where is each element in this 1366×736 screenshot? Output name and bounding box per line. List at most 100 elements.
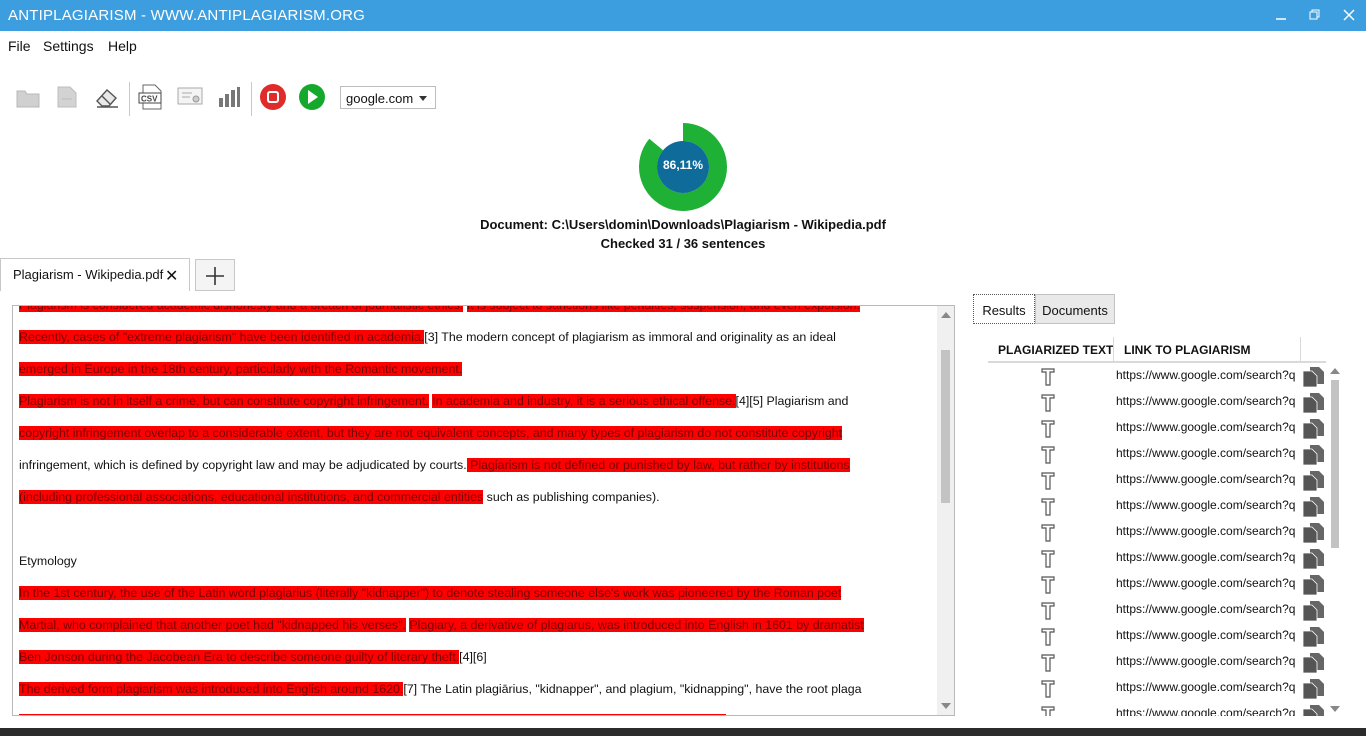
- plagiarism-link[interactable]: https://www.google.com/search?q: [1116, 446, 1299, 460]
- table-row[interactable]: https://www.google.com/search?q: [988, 623, 1326, 649]
- text-line: Etymology: [19, 554, 77, 572]
- table-row[interactable]: https://www.google.com/search?q: [988, 493, 1326, 519]
- table-row[interactable]: https://www.google.com/search?q: [988, 597, 1326, 623]
- toolbar: CSV google.com: [0, 74, 460, 120]
- table-row[interactable]: https://www.google.com/search?q: [988, 571, 1326, 597]
- document-text-panel[interactable]: Plagiarism is considered academic dishon…: [12, 305, 955, 716]
- plagiarized-segment: Recently, cases of "extreme plagiarism" …: [19, 330, 425, 344]
- plagiarism-link[interactable]: https://www.google.com/search?q: [1116, 706, 1299, 716]
- plagiarism-link[interactable]: https://www.google.com/search?q: [1116, 368, 1299, 382]
- copy-icon[interactable]: [1302, 704, 1326, 716]
- plagiarism-link[interactable]: https://www.google.com/search?q: [1116, 524, 1299, 538]
- menu-file[interactable]: File: [8, 38, 31, 54]
- plagiarized-segment: (including professional associations, ed…: [19, 490, 484, 504]
- plagiarized-segment: Plagiary, a derivative of plagiarus, was…: [409, 618, 864, 632]
- scrollbar-thumb[interactable]: [941, 350, 950, 503]
- text-line: Martial, who complained that another poe…: [19, 618, 864, 636]
- tab-documents-label: Documents: [1042, 303, 1108, 318]
- results-scrollbar[interactable]: [1329, 366, 1341, 714]
- table-row[interactable]: https://www.google.com/search?q: [988, 675, 1326, 701]
- plagiarism-link[interactable]: https://www.google.com/search?q: [1116, 498, 1299, 512]
- add-tab-button[interactable]: [195, 259, 235, 291]
- text-segment: such as publishing companies).: [483, 490, 660, 504]
- tab-results[interactable]: Results: [973, 294, 1035, 324]
- close-button[interactable]: [1332, 0, 1366, 31]
- certificate-button[interactable]: [176, 82, 204, 112]
- eraser-icon: [96, 89, 118, 108]
- table-row[interactable]: https://www.google.com/search?q: [988, 415, 1326, 441]
- document-save-icon: [57, 86, 77, 108]
- search-engine-value: google.com: [346, 91, 414, 106]
- text-segment: [4][6]: [459, 650, 487, 664]
- header-link[interactable]: LINK TO PLAGIARISM: [1124, 343, 1250, 357]
- scroll-up-icon[interactable]: [941, 312, 951, 318]
- results-header: PLAGIARIZED TEXT LINK TO PLAGIARISM: [988, 337, 1326, 363]
- scrollbar-thumb[interactable]: [1331, 380, 1339, 548]
- tab-documents[interactable]: Documents: [1035, 294, 1115, 324]
- title-bar: ANTIPLAGIARISM - WWW.ANTIPLAGIARISM.ORG: [0, 0, 1366, 31]
- stop-button[interactable]: [259, 82, 287, 112]
- svg-text:CSV: CSV: [141, 95, 158, 104]
- checked-count: Checked 31 / 36 sentences: [600, 236, 766, 251]
- table-row[interactable]: https://www.google.com/search?q: [988, 701, 1326, 716]
- start-button[interactable]: [298, 82, 326, 112]
- menu-bar: File Settings Help: [0, 31, 1366, 59]
- document-path: Document: C:\Users\domin\Downloads\Plagi…: [480, 217, 886, 232]
- table-row[interactable]: https://www.google.com/search?q: [988, 519, 1326, 545]
- export-csv-button[interactable]: CSV: [137, 82, 165, 112]
- window-title: ANTIPLAGIARISM - WWW.ANTIPLAGIARISM.ORG: [8, 7, 365, 24]
- tab-results-label: Results: [982, 303, 1026, 318]
- text-line: copyright infringement overlap to a cons…: [19, 426, 843, 444]
- close-tab-icon[interactable]: ✕: [165, 266, 178, 286]
- menu-settings[interactable]: Settings: [43, 38, 94, 54]
- statistics-button[interactable]: [215, 82, 243, 112]
- text-scrollbar[interactable]: [937, 306, 954, 715]
- table-row[interactable]: https://www.google.com/search?q: [988, 649, 1326, 675]
- search-engine-select[interactable]: google.com: [340, 86, 436, 109]
- table-row[interactable]: https://www.google.com/search?q: [988, 389, 1326, 415]
- plagiarized-segment: It is subject to sanctions like penaltie…: [466, 306, 860, 312]
- plagiarized-segment: ("snare", "net"), based on the Indo-Euro…: [19, 714, 727, 715]
- plagiarism-link[interactable]: https://www.google.com/search?q: [1116, 602, 1299, 616]
- tab-document[interactable]: Plagiarism - Wikipedia.pdf ✕: [0, 258, 190, 291]
- plagiarism-link[interactable]: https://www.google.com/search?q: [1116, 550, 1299, 564]
- text-line: The derived form plagiarism was introduc…: [19, 682, 862, 700]
- open-folder-button[interactable]: [14, 82, 42, 112]
- column-divider: [1300, 337, 1301, 363]
- clear-button[interactable]: [93, 82, 121, 112]
- header-plagiarized-text[interactable]: PLAGIARIZED TEXT: [998, 343, 1113, 357]
- plagiarism-link[interactable]: https://www.google.com/search?q: [1116, 654, 1299, 668]
- menu-help[interactable]: Help: [108, 38, 137, 54]
- text-segment: [4][5] Plagiarism and: [735, 394, 849, 408]
- plagiarism-link[interactable]: https://www.google.com/search?q: [1116, 680, 1299, 694]
- plagiarized-segment: In academia and industry, it is a seriou…: [432, 394, 736, 408]
- scroll-down-icon[interactable]: [941, 703, 951, 709]
- tab-document-label: Plagiarism - Wikipedia.pdf: [13, 267, 164, 282]
- taskbar: [0, 728, 1366, 736]
- plagiarized-segment: copyright infringement overlap to a cons…: [19, 426, 843, 440]
- text-line: infringement, which is defined by copyri…: [19, 458, 850, 476]
- text-segment: infringement, which is defined by copyri…: [19, 458, 467, 472]
- column-divider: [1113, 337, 1114, 363]
- table-row[interactable]: https://www.google.com/search?q: [988, 467, 1326, 493]
- chevron-down-icon: [419, 96, 427, 101]
- plagiarism-link[interactable]: https://www.google.com/search?q: [1116, 420, 1299, 434]
- maximize-button[interactable]: [1298, 0, 1332, 31]
- text-line: Recently, cases of "extreme plagiarism" …: [19, 330, 836, 348]
- plagiarism-link[interactable]: https://www.google.com/search?q: [1116, 394, 1299, 408]
- table-row[interactable]: https://www.google.com/search?q: [988, 363, 1326, 389]
- text-icon[interactable]: [1040, 705, 1056, 716]
- close-icon: [1343, 9, 1355, 21]
- table-row[interactable]: https://www.google.com/search?q: [988, 441, 1326, 467]
- plagiarism-link[interactable]: https://www.google.com/search?q: [1116, 576, 1299, 590]
- plagiarism-link[interactable]: https://www.google.com/search?q: [1116, 628, 1299, 642]
- text-line: In the 1st century, the use of the Latin…: [19, 586, 842, 604]
- plagiarism-link[interactable]: https://www.google.com/search?q: [1116, 472, 1299, 486]
- plagiarized-segment: Plagiarism is considered academic dishon…: [19, 306, 464, 312]
- plagiarized-segment: The derived form plagiarism was introduc…: [19, 682, 404, 696]
- plagiarized-segment: Plagiarism is not in itself a crime, but…: [19, 394, 429, 408]
- table-row[interactable]: https://www.google.com/search?q: [988, 545, 1326, 571]
- save-button[interactable]: [53, 82, 81, 112]
- minimize-button[interactable]: [1264, 0, 1298, 31]
- plagiarized-segment: emerged in Europe in the 18th century, p…: [19, 362, 463, 376]
